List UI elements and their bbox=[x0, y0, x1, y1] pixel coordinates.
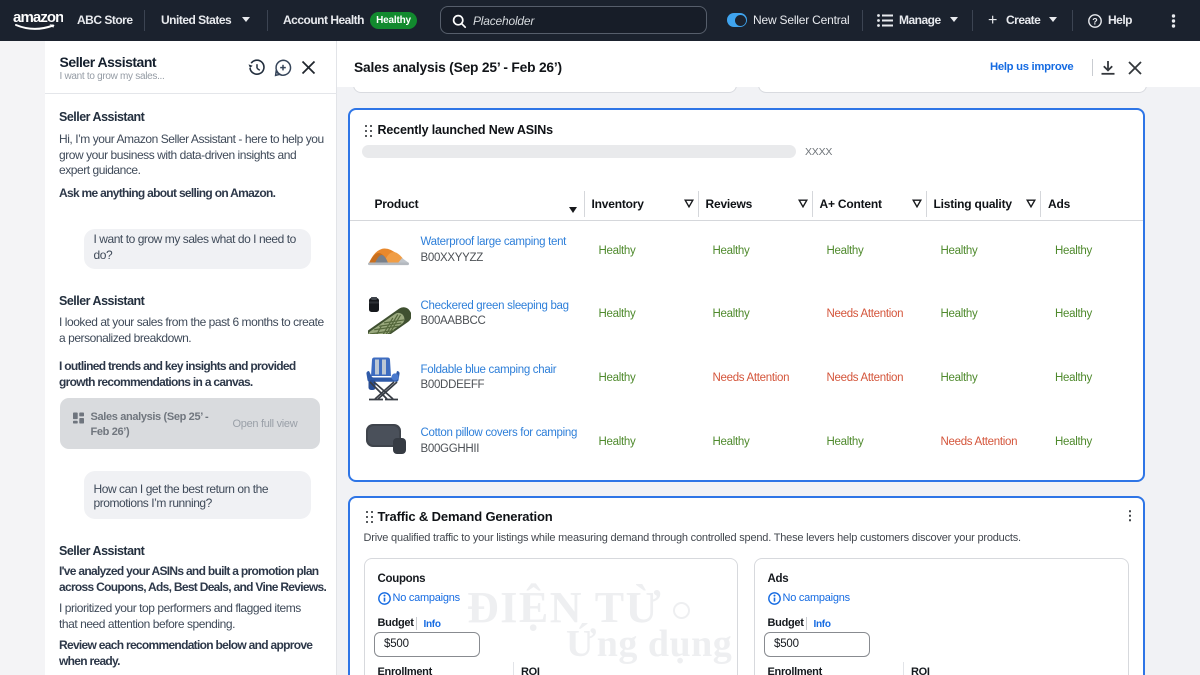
svg-text:?: ? bbox=[1092, 16, 1098, 26]
svg-text:amazon: amazon bbox=[13, 9, 63, 26]
